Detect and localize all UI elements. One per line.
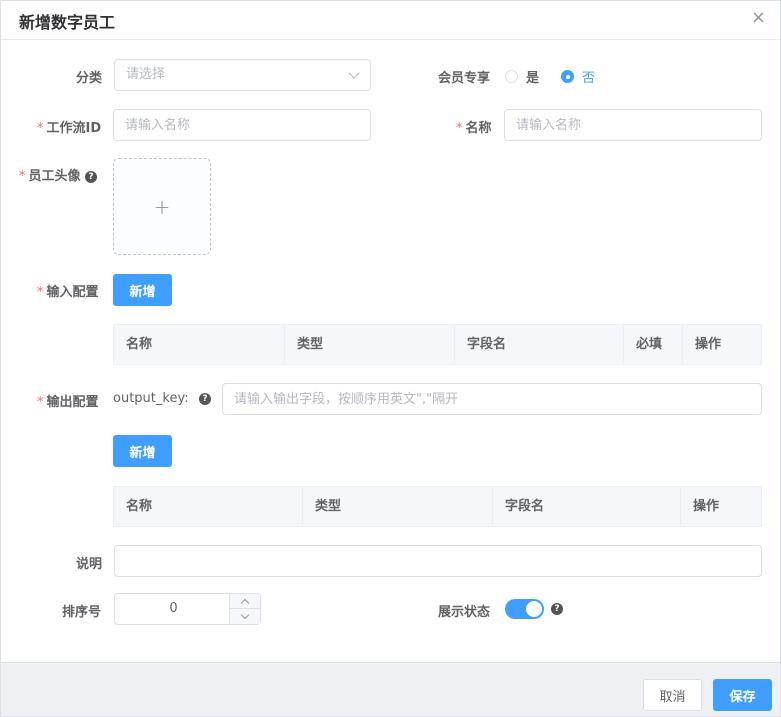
column-header-name: 名称 — [114, 487, 303, 526]
workflow-id-label: * 工作流ID — [37, 117, 101, 136]
close-icon[interactable]: × — [751, 7, 766, 28]
chevron-up-icon — [240, 598, 250, 607]
name-input[interactable] — [504, 109, 762, 141]
plus-icon: + — [153, 194, 171, 219]
required-mark: * — [37, 285, 44, 300]
required-mark: * — [19, 169, 26, 184]
radio-dot — [561, 70, 575, 83]
save-button[interactable]: 保存 — [713, 679, 772, 711]
input-config-table-header: 名称 类型 字段名 必填 操作 — [113, 324, 762, 365]
dialog-title: 新增数字员工 — [19, 13, 116, 32]
required-mark: * — [456, 121, 463, 136]
category-select[interactable]: 请选择 — [114, 59, 371, 91]
avatar-uploader[interactable]: + — [113, 158, 211, 255]
required-mark: * — [37, 395, 44, 410]
column-header-action: 操作 — [693, 499, 720, 514]
toggle-knob — [526, 601, 542, 617]
chevron-down-icon — [240, 610, 250, 620]
cancel-button[interactable]: 取消 — [643, 679, 702, 711]
member-only-no-radio[interactable]: 否 — [561, 67, 595, 86]
chevron-down-icon — [348, 67, 360, 79]
column-header-required: 必填 — [624, 325, 683, 364]
description-input[interactable] — [114, 545, 762, 577]
radio-label: 否 — [582, 71, 596, 86]
column-header-name: 名称 — [114, 325, 285, 364]
member-only-yes-radio[interactable]: 是 — [505, 67, 539, 86]
input-config-label: * 输入配置 — [37, 281, 99, 300]
increment-button[interactable] — [230, 594, 260, 609]
decrement-button[interactable] — [230, 609, 260, 624]
avatar-label: * 员工头像 ? — [19, 165, 98, 184]
help-icon[interactable]: ? — [199, 393, 211, 405]
workflow-id-label-text: 工作流ID — [46, 121, 102, 136]
sort-number-value[interactable]: 0 — [115, 594, 232, 624]
display-status-toggle[interactable] — [505, 599, 544, 619]
required-mark: * — [37, 121, 44, 136]
help-icon[interactable]: ? — [85, 170, 98, 183]
name-label: * 名称 — [456, 117, 492, 136]
add-digital-employee-dialog: 新增数字员工 × 分类 请选择 会员专享 是 否 *工作流ID *名称 *员工头… — [0, 0, 781, 717]
input-config-label-text: 输入配置 — [46, 285, 99, 300]
category-placeholder: 请选择 — [126, 67, 166, 82]
output-key-input[interactable] — [222, 383, 762, 415]
workflow-id-input[interactable] — [113, 109, 371, 141]
column-header-field: 字段名 — [493, 487, 681, 526]
category-label: 分类 — [76, 71, 103, 86]
column-header-type: 类型 — [303, 487, 493, 526]
column-header-field: 字段名 — [455, 325, 624, 364]
name-label-text: 名称 — [465, 121, 492, 136]
dialog-header: 新增数字员工 × — [1, 1, 780, 40]
output-config-add-button[interactable]: 新增 — [113, 435, 172, 467]
stepper-controls — [229, 594, 260, 624]
output-config-label: * 输出配置 — [37, 391, 99, 410]
radio-label: 是 — [526, 71, 540, 86]
member-only-label: 会员专享 — [438, 71, 491, 86]
input-config-add-button[interactable]: 新增 — [113, 274, 172, 306]
avatar-label-text: 员工头像 — [28, 169, 81, 184]
output-config-table-header: 名称 类型 字段名 操作 — [113, 486, 762, 527]
radio-dot — [505, 70, 518, 83]
output-key-label: output_key: — [113, 391, 189, 406]
display-status-label: 展示状态 — [438, 605, 491, 620]
sort-number-stepper[interactable]: 0 — [114, 593, 261, 625]
output-config-label-text: 输出配置 — [46, 395, 99, 410]
column-header-type: 类型 — [285, 325, 455, 364]
help-icon[interactable]: ? — [551, 603, 563, 615]
dialog-footer: 取消 保存 — [1, 662, 780, 716]
member-only-radio-group: 是 否 — [505, 67, 617, 86]
sort-label: 排序号 — [62, 605, 102, 620]
column-header-action: 操作 — [695, 337, 722, 352]
description-label: 说明 — [76, 557, 103, 572]
